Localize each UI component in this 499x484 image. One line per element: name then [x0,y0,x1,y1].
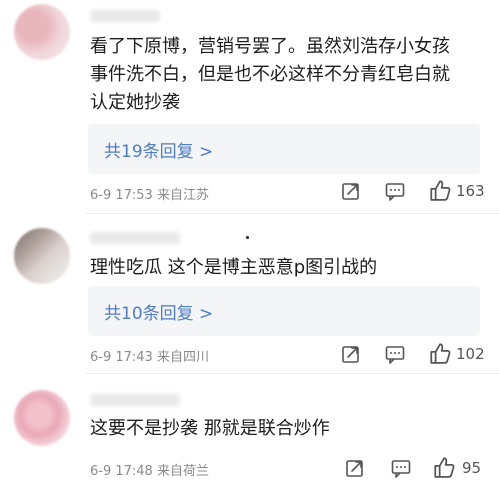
view-replies-button[interactable]: 共10条回复 > [88,286,480,336]
share-icon[interactable] [340,343,362,365]
comment-meta: 6-9 17:48 来自荷兰 [90,464,209,479]
thumbs-up-icon[interactable] [432,455,456,479]
small-dot [246,236,249,239]
username-blurred[interactable] [90,394,180,406]
replies-count-label: 共19条回复 > [104,141,214,162]
thumbs-up-icon[interactable] [428,178,452,202]
like-count: 102 [456,345,485,363]
comment-text-line: 事件洗不白，但是也不必这样不分青红皂白就 [90,64,450,85]
comment-meta: 6-9 17:53 来自江苏 [90,188,209,203]
comment-2: 理性吃瓜 这个是博主恶意p图引战的 共10条回复 > 6-9 17:43 来自四… [0,214,499,374]
share-icon[interactable] [340,180,362,202]
username-blurred[interactable] [90,232,180,244]
comment-text-line: 理性吃瓜 这个是博主恶意p图引战的 [90,257,378,278]
replies-count-label: 共10条回复 > [104,303,214,324]
avatar[interactable] [14,390,70,446]
comment-1: 看了下原博，营销号罢了。虽然刘浩存小女孩 事件洗不白，但是也不必这样不分青红皂白… [0,0,499,214]
username-blurred[interactable] [90,10,160,22]
like-count: 95 [462,459,482,477]
share-icon[interactable] [344,457,366,479]
comment-icon[interactable] [384,180,406,202]
thumbs-up-icon[interactable] [428,341,452,365]
comment-text-line: 看了下原博，营销号罢了。虽然刘浩存小女孩 [90,36,450,57]
comment-3: 这要不是抄袭 那就是联合炒作 6-9 17:48 来自荷兰 95 [0,374,499,484]
comment-icon[interactable] [390,457,412,479]
avatar[interactable] [14,228,70,284]
avatar[interactable] [14,4,70,60]
like-count: 163 [456,182,485,200]
comment-icon[interactable] [384,343,406,365]
comment-text-line: 这要不是抄袭 那就是联合炒作 [90,418,330,439]
view-replies-button[interactable]: 共19条回复 > [88,124,480,174]
comment-meta: 6-9 17:43 来自四川 [90,350,209,365]
comment-text-line: 认定她抄袭 [90,92,180,113]
